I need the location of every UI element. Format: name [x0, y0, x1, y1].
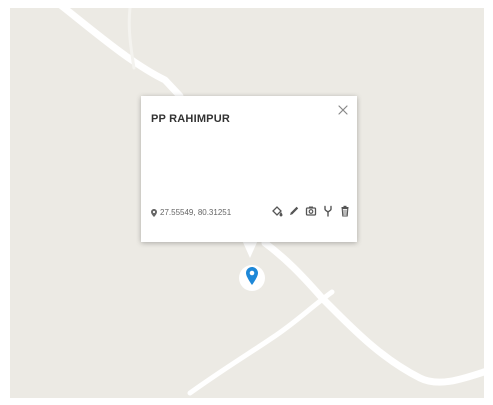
coordinates-text: 27.55549, 80.31251: [160, 208, 232, 217]
close-icon[interactable]: [337, 104, 349, 116]
paint-bucket-icon[interactable]: [271, 204, 283, 218]
location-pin-icon: [151, 208, 157, 217]
info-popup: PP RAHIMPUR 27.55549, 80.31251: [141, 96, 357, 242]
map-view[interactable]: PP RAHIMPUR 27.55549, 80.31251: [10, 8, 484, 398]
map-pin-icon[interactable]: [238, 261, 266, 295]
popup-title: PP RAHIMPUR: [151, 113, 231, 125]
popup-pointer: [242, 240, 258, 258]
trash-icon[interactable]: [339, 204, 351, 218]
coordinates-row: 27.55549, 80.31251: [151, 208, 231, 217]
fork-icon[interactable]: [322, 204, 334, 218]
camera-icon[interactable]: [305, 204, 317, 218]
edit-pencil-icon[interactable]: [288, 204, 300, 218]
popup-actions: [266, 204, 351, 218]
